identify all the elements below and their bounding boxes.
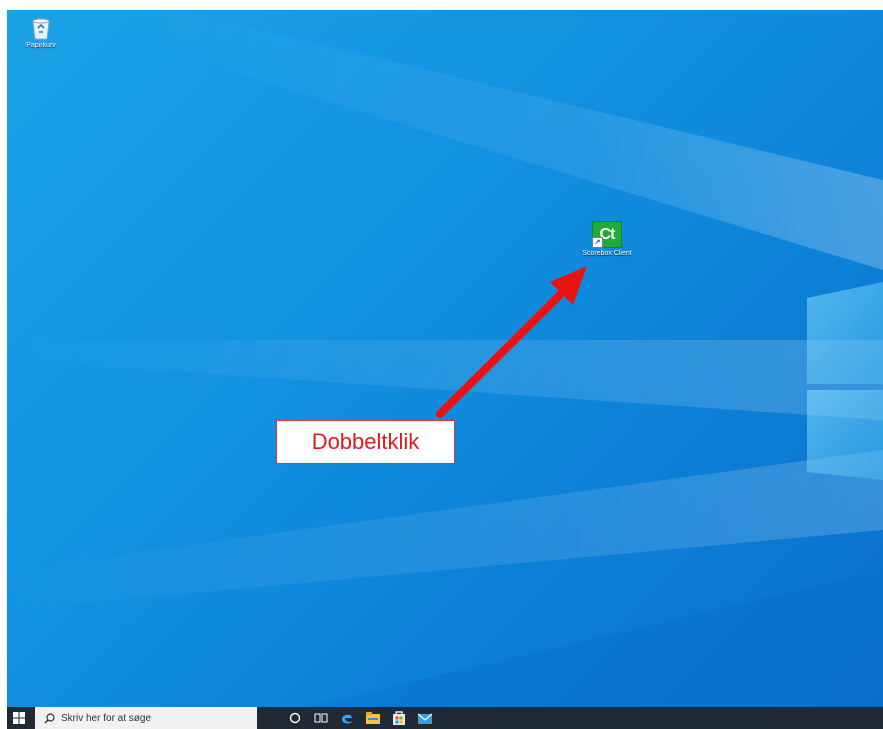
scorebox-client-label: Scorebox Client bbox=[582, 250, 632, 257]
mail-button[interactable] bbox=[413, 707, 437, 729]
shortcut-arrow-icon: ↗ bbox=[592, 237, 603, 248]
windows-logo-pane-top bbox=[807, 282, 883, 384]
recycle-bin-label: Papirkurv bbox=[26, 42, 56, 49]
desktop-icon-scorebox-client[interactable]: Ct ↗ Scorebox Client bbox=[575, 221, 639, 257]
file-explorer-button[interactable] bbox=[361, 707, 385, 729]
task-view-button[interactable] bbox=[309, 707, 333, 729]
cortana-icon bbox=[289, 712, 301, 724]
store-icon bbox=[393, 711, 405, 725]
wallpaper bbox=[7, 10, 883, 707]
taskbar: Skriv her for at søge bbox=[7, 707, 883, 729]
start-button[interactable] bbox=[7, 707, 31, 729]
windows-logo-pane-bottom bbox=[807, 390, 883, 480]
mail-icon bbox=[417, 713, 433, 724]
file-explorer-icon bbox=[366, 712, 380, 724]
taskbar-search-box[interactable]: Skriv her for at søge bbox=[35, 707, 257, 729]
task-view-icon bbox=[314, 713, 328, 723]
search-icon bbox=[44, 712, 55, 723]
scorebox-ct-icon: Ct ↗ bbox=[592, 221, 622, 248]
annotation-callout: Dobbeltklik bbox=[276, 420, 455, 464]
edge-icon bbox=[342, 714, 353, 724]
callout-text: Dobbeltklik bbox=[311, 429, 420, 454]
windows-start-icon bbox=[13, 712, 25, 724]
desktop-icon-recycle-bin[interactable]: Papirkurv bbox=[19, 16, 63, 49]
store-button[interactable] bbox=[387, 707, 411, 729]
edge-button[interactable] bbox=[335, 707, 359, 729]
cortana-button[interactable] bbox=[283, 707, 307, 729]
desktop[interactable]: Papirkurv Ct ↗ Scorebox Client Dobbeltkl… bbox=[7, 10, 883, 707]
recycle-bin-icon bbox=[32, 18, 50, 40]
search-placeholder: Skriv her for at søge bbox=[61, 712, 152, 724]
screenshot-frame: Papirkurv Ct ↗ Scorebox Client Dobbeltkl… bbox=[7, 10, 883, 729]
